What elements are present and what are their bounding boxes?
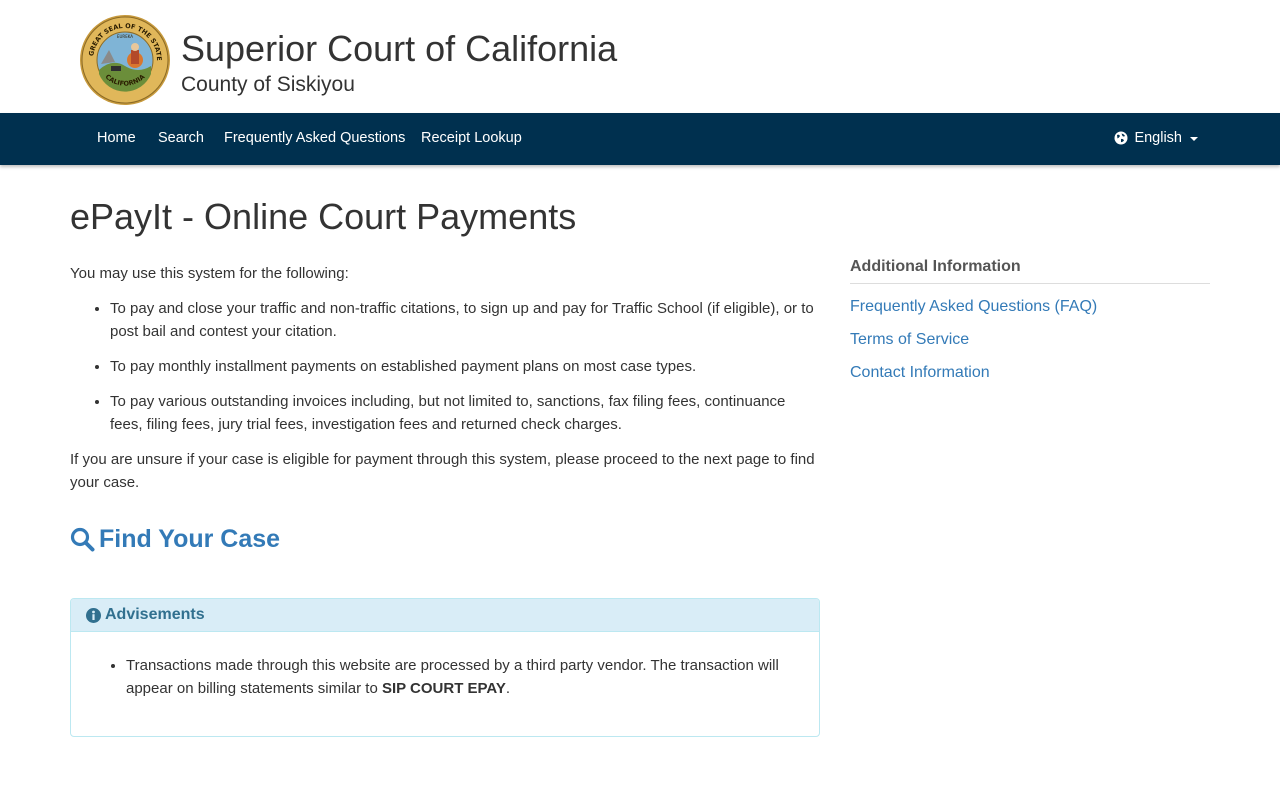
main-content: You may use this system for the followin… [70,262,820,494]
nav-search[interactable]: Search [158,113,204,163]
seal-motto: EUREKA [117,34,133,39]
court-title: Superior Court of California [181,28,618,69]
site-header: THE GREAT SEAL OF THE STATE OF CALIFORNI… [0,0,1280,113]
state-seal-logo: THE GREAT SEAL OF THE STATE OF CALIFORNI… [79,14,170,105]
nav-receipt-lookup[interactable]: Receipt Lookup [421,113,522,163]
language-dropdown[interactable]: English [1114,113,1198,163]
sidebar-link-terms[interactable]: Terms of Service [850,330,1210,350]
page-title: ePayIt - Online Court Payments [70,196,577,237]
nav-faq[interactable]: Frequently Asked Questions [224,113,405,163]
advisements-heading: Advisements [71,599,819,632]
sidebar-link-faq[interactable]: Frequently Asked Questions (FAQ) [850,297,1210,317]
billing-descriptor: SIP COURT EPAY [381,680,506,697]
advisements-panel: Advisements Transactions made through th… [70,598,820,737]
list-item: To pay monthly installment payments on e… [110,355,820,378]
language-label: English [1134,130,1182,146]
intro-text: You may use this system for the followin… [70,265,349,282]
search-icon [70,527,95,552]
sidebar: Additional Information Frequently Asked … [850,258,1210,383]
nav-home[interactable]: Home [97,113,136,163]
main-navbar: Home Search Frequently Asked Questions R… [0,113,1280,165]
list-item: Transactions made through this website a… [126,654,804,700]
closing-text: If you are unsure if your case is eligib… [70,451,815,491]
caret-down-icon [1190,137,1198,141]
sidebar-link-contact[interactable]: Contact Information [850,363,1210,383]
advisements-title: Advisements [105,606,205,623]
list-item: To pay various outstanding invoices incl… [110,390,820,436]
list-item: To pay and close your traffic and non-tr… [110,297,820,343]
advisements-body: Transactions made through this website a… [71,632,819,715]
globe-icon [1114,131,1128,145]
usage-list: To pay and close your traffic and non-tr… [70,297,820,436]
info-circle-icon [86,607,101,623]
find-your-case-label: Find Your Case [99,525,281,553]
court-subtitle: County of Siskiyou [181,73,355,96]
sidebar-heading: Additional Information [850,258,1210,284]
find-your-case-link[interactable]: Find Your Case [70,525,280,554]
advisement-end: . [505,680,511,697]
